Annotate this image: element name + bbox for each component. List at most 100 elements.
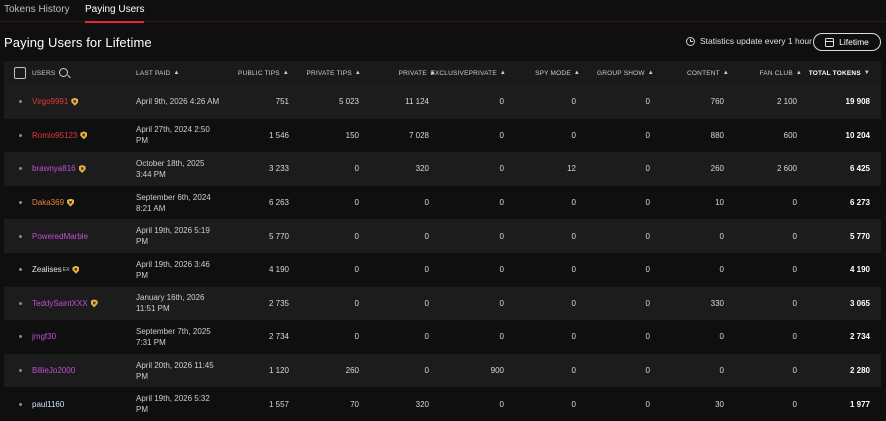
- cell-public-tips: 1 546: [268, 130, 289, 140]
- cell-private-tips: 0: [354, 332, 359, 342]
- table-row[interactable]: TeddySaintXXX January 16th, 2026 11:51 PM…: [4, 286, 881, 321]
- username-link[interactable]: Virgo9991: [32, 85, 79, 119]
- username-link[interactable]: paul1160: [32, 387, 64, 421]
- cell-public-tips: 2 734: [268, 332, 289, 342]
- cell-public-tips: 751: [275, 97, 289, 107]
- status-dot: [19, 201, 22, 205]
- cell-private-tips: 0: [354, 198, 359, 208]
- cell-public-tips: 1 120: [268, 366, 289, 376]
- cell-private: 0: [424, 332, 429, 342]
- username-link[interactable]: jmgf30: [32, 320, 56, 354]
- cell-content: 0: [719, 231, 724, 241]
- shield-badge-icon: [67, 198, 75, 207]
- table-row[interactable]: Romio95123 April 27th, 2024 2:50 PM 1 546 1…: [4, 118, 881, 153]
- period-button-label: Lifetime: [839, 37, 869, 47]
- cell-exclusive-private: 900: [490, 366, 504, 376]
- table-row[interactable]: Zealises EX April 19th, 2026 3:46 PM 4 190 0…: [4, 252, 881, 287]
- cell-public-tips: 5 770: [268, 231, 289, 241]
- table-row[interactable]: jmgf30 September 7th, 2025 7:31 PM 2 734 0 0…: [4, 320, 881, 354]
- table-row[interactable]: paul1160 April 19th, 2026 5:32 PM 1 557 70 3…: [4, 387, 881, 421]
- cell-private-tips: 150: [345, 130, 359, 140]
- status-dot: [19, 301, 22, 305]
- calendar-icon: [825, 37, 835, 47]
- cell-fan-club: 600: [783, 130, 797, 140]
- shield-badge-icon: [78, 164, 86, 173]
- status-dot: [19, 234, 22, 238]
- cell-group-show: 0: [645, 97, 650, 107]
- cell-content: 760: [710, 97, 724, 107]
- cell-private: 0: [424, 198, 429, 208]
- cell-spy-mode: 0: [571, 198, 576, 208]
- cell-private-tips: 70: [350, 399, 359, 409]
- table-row[interactable]: BillieJo2000 April 20th, 2026 11:45 PM 1 1…: [4, 353, 881, 388]
- cell-content: 0: [719, 332, 724, 342]
- shield-badge-icon: [80, 131, 88, 140]
- cell-spy-mode: 0: [571, 399, 576, 409]
- status-dot: [19, 100, 22, 104]
- paying-users-table: USERS LAST PAID ▲ PUBLIC TIPS ▲ PRIVATE TI…: [4, 61, 881, 421]
- cell-group-show: 0: [645, 164, 650, 174]
- cell-private-tips: 5 023: [338, 97, 359, 107]
- cell-total: 2 734: [849, 332, 870, 342]
- cell-public-tips: 6 263: [268, 198, 289, 208]
- username-link[interactable]: Zealises EX: [32, 253, 80, 287]
- header-private-tips[interactable]: PRIVATE TIPS ▲: [274, 61, 361, 85]
- cell-private-tips: 260: [345, 366, 359, 376]
- cell-total: 1 977: [849, 399, 870, 409]
- username-link[interactable]: Romio95123: [32, 119, 88, 153]
- header-total-tokens[interactable]: TOTAL TOKENS ▼: [794, 61, 870, 85]
- username-link[interactable]: PoweredMarble: [32, 219, 88, 253]
- table-row[interactable]: brawnya816 October 18th, 2025 3:44 PM 3 23…: [4, 152, 881, 186]
- cell-private: 0: [424, 366, 429, 376]
- cell-content: 10: [715, 198, 724, 208]
- table-row[interactable]: Daka369 September 6th, 2024 8:21 AM 6 263 0…: [4, 185, 881, 220]
- cell-private-tips: 0: [354, 265, 359, 275]
- clock-icon: [686, 36, 695, 46]
- cell-total: 6 425: [849, 164, 870, 174]
- cell-total: 3 065: [849, 298, 870, 308]
- period-button[interactable]: Lifetime: [813, 33, 881, 51]
- tab-paying-users[interactable]: Paying Users: [85, 0, 145, 23]
- cell-public-tips: 3 233: [268, 164, 289, 174]
- stats-note-text: Statistics update every 1 hour: [700, 36, 812, 46]
- cell-fan-club: 0: [792, 198, 797, 208]
- cell-private: 11 124: [405, 97, 429, 107]
- cell-spy-mode: 0: [571, 130, 576, 140]
- table-row[interactable]: Virgo9991 April 9th, 2026 4:26 AM 751 5 023…: [4, 85, 881, 119]
- username-link[interactable]: BillieJo2000: [32, 354, 75, 388]
- cell-group-show: 0: [645, 130, 650, 140]
- header-spy-mode[interactable]: SPY MODE ▲: [504, 61, 580, 85]
- header-users: USERS: [32, 69, 56, 77]
- header-last-paid[interactable]: LAST PAID ▲: [136, 61, 180, 85]
- search-icon[interactable]: [59, 68, 68, 77]
- cell-group-show: 0: [645, 399, 650, 409]
- tab-tokens-history[interactable]: Tokens History: [4, 0, 70, 22]
- header-private[interactable]: PRIVATE ▲: [364, 61, 436, 85]
- status-dot: [19, 369, 22, 373]
- cell-private-tips: 0: [354, 164, 359, 174]
- header-group-show[interactable]: GROUP SHOW ▲: [597, 61, 654, 85]
- cell-spy-mode: 12: [567, 164, 576, 174]
- cell-private: 0: [424, 231, 429, 241]
- cell-fan-club: 0: [792, 399, 797, 409]
- table-row[interactable]: PoweredMarble April 19th, 2026 5:19 PM 5 7…: [4, 219, 881, 253]
- username-link[interactable]: TeddySaintXXX: [32, 287, 98, 321]
- header-content[interactable]: CONTENT ▲: [654, 61, 729, 85]
- cell-exclusive-private: 0: [499, 164, 504, 174]
- cell-exclusive-private: 0: [499, 265, 504, 275]
- cell-exclusive-private: 0: [499, 231, 504, 241]
- cell-private-tips: 0: [354, 231, 359, 241]
- cell-content: 260: [710, 164, 724, 174]
- username-link[interactable]: Daka369: [32, 186, 75, 220]
- select-all-checkbox[interactable]: [14, 67, 26, 79]
- cell-content: 30: [715, 399, 724, 409]
- header-fan-club[interactable]: FAN CLUB ▲: [734, 61, 802, 85]
- sort-arrow-icon: ▲: [573, 70, 580, 76]
- tab-bar: Tokens History Paying Users: [0, 0, 886, 23]
- status-dot: [19, 268, 22, 272]
- cell-public-tips: 1 557: [268, 399, 289, 409]
- cell-fan-club: 2 600: [776, 164, 797, 174]
- username-link[interactable]: brawnya816: [32, 152, 86, 186]
- header-exclusive-private[interactable]: EXCLUSIVEPRIVATE ▲: [430, 61, 506, 85]
- cell-total: 2 280: [849, 366, 870, 376]
